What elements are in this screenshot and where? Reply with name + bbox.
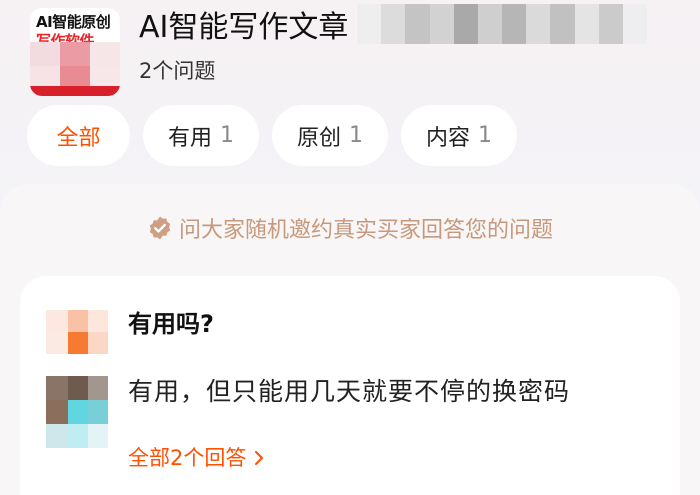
filter-tabs: 全部 有用 1 原创 1 内容 1 [27, 105, 518, 166]
tab-content[interactable]: 内容 1 [401, 105, 518, 166]
avatar [46, 424, 68, 448]
question-count: 2个问题 [139, 59, 216, 83]
tab-label: 原创 [297, 125, 342, 151]
avatar [88, 376, 108, 400]
tab-useful[interactable]: 有用 1 [143, 105, 260, 166]
all-answers-link[interactable]: 全部2个回答 [128, 442, 266, 474]
tab-label: 全部 [56, 125, 101, 151]
avatar [68, 400, 88, 424]
avatar [88, 424, 108, 448]
title-redaction-mosaic [357, 4, 648, 44]
avatar [88, 400, 108, 424]
thumbnail-blur [60, 42, 90, 66]
tab-count: 1 [220, 123, 235, 148]
avatar [68, 332, 88, 354]
tab-label: 有用 [168, 125, 213, 151]
avatar [46, 332, 68, 354]
avatar [68, 310, 88, 332]
questions-panel: 问大家随机邀约真实买家回答您的问题 有用吗? 有用，但只能用几天就要不停的换密码… [0, 184, 700, 495]
avatar [68, 424, 88, 448]
avatar [88, 332, 108, 354]
product-thumbnail[interactable]: AI智能原创 写作软件 [30, 8, 120, 96]
thumbnail-blur [90, 42, 120, 66]
avatar [46, 376, 68, 400]
qa-card[interactable]: 有用吗? 有用，但只能用几天就要不停的换密码 全部2个回答 [20, 276, 680, 495]
verified-badge-icon [149, 216, 171, 240]
product-title[interactable]: AI智能写作文章 [139, 8, 348, 48]
answer-text[interactable]: 有用，但只能用几天就要不停的换密码 [128, 374, 570, 410]
thumbnail-blur [90, 66, 120, 86]
thumbnail-subtitle: 写作软件 [36, 32, 95, 42]
tab-count: 1 [478, 123, 493, 148]
invite-text: 问大家随机邀约真实买家回答您的问题 [178, 218, 553, 243]
avatar [46, 400, 68, 424]
thumbnail-blur [60, 66, 90, 86]
tab-label: 内容 [426, 125, 471, 151]
avatar-stack [46, 310, 110, 454]
tab-count: 1 [349, 123, 364, 148]
thumbnail-blur [30, 42, 60, 66]
avatar [68, 376, 88, 400]
tab-original[interactable]: 原创 1 [272, 105, 389, 166]
avatar [88, 310, 108, 332]
invite-notice: 问大家随机邀约真实买家回答您的问题 [0, 212, 700, 244]
tab-all[interactable]: 全部 [27, 105, 130, 166]
thumbnail-bar [30, 86, 120, 96]
all-answers-label: 全部2个回答 [128, 446, 247, 470]
chevron-right-icon [255, 451, 264, 465]
thumbnail-title: AI智能原创 [36, 13, 111, 31]
avatar [46, 310, 68, 332]
question-text[interactable]: 有用吗? [128, 306, 214, 342]
thumbnail-blur [30, 66, 60, 86]
